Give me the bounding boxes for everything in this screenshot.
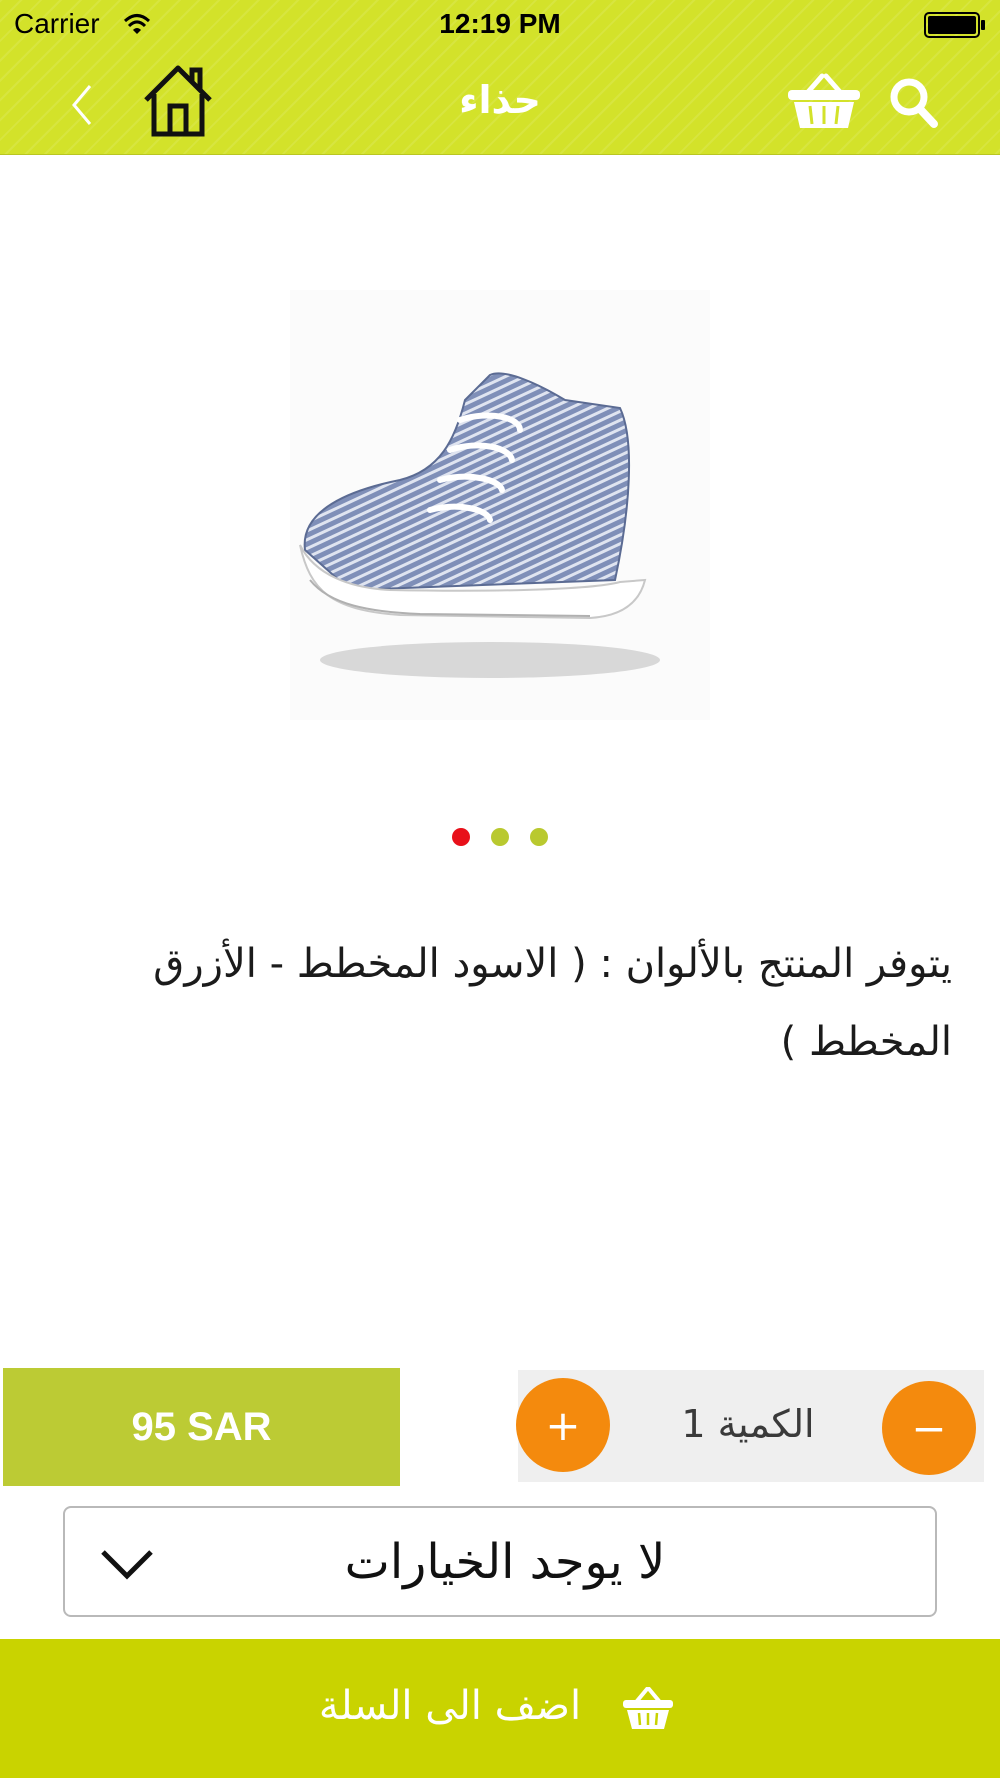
status-bar: Carrier 12:19 PM <box>0 0 1000 50</box>
battery-icon <box>924 12 985 38</box>
carousel-dot[interactable] <box>452 828 470 846</box>
options-dropdown[interactable]: لا يوجد الخيارات <box>63 1506 937 1617</box>
chevron-down-icon <box>101 1550 153 1580</box>
top-navigation-bar: Carrier 12:19 PM حذاء <box>0 0 1000 155</box>
basket-icon <box>623 1687 673 1729</box>
minus-icon: − <box>911 1403 947 1453</box>
page-title: حذاء <box>459 78 541 122</box>
add-to-cart-button[interactable]: اضف الى السلة <box>0 1639 1000 1778</box>
product-description: يتوفر المنتج بالألوان : ( الاسود المخطط … <box>153 941 952 1065</box>
price-box: 95 SAR <box>3 1368 400 1486</box>
quantity-decrease-button[interactable]: − <box>882 1381 976 1475</box>
carousel-dot[interactable] <box>530 828 548 846</box>
search-icon[interactable] <box>888 76 940 130</box>
status-time: 12:19 PM <box>439 8 561 39</box>
quantity-increase-button[interactable]: + <box>516 1378 610 1472</box>
home-icon[interactable] <box>142 62 214 140</box>
carousel-dot[interactable] <box>491 828 509 846</box>
plus-icon: + <box>545 1400 581 1450</box>
price-label: 95 SAR <box>131 1404 272 1449</box>
carousel-page-indicator[interactable] <box>0 828 1000 848</box>
product-image[interactable] <box>290 290 710 720</box>
quantity-stepper: + الكمية 1 − <box>516 1370 984 1482</box>
options-selected-value: لا يوجد الخيارات <box>344 1534 666 1590</box>
quantity-label: الكمية 1 <box>681 1402 815 1446</box>
cart-basket-icon[interactable] <box>786 72 862 132</box>
back-chevron-icon[interactable] <box>64 80 104 130</box>
add-to-cart-label: اضف الى السلة <box>318 1683 582 1729</box>
